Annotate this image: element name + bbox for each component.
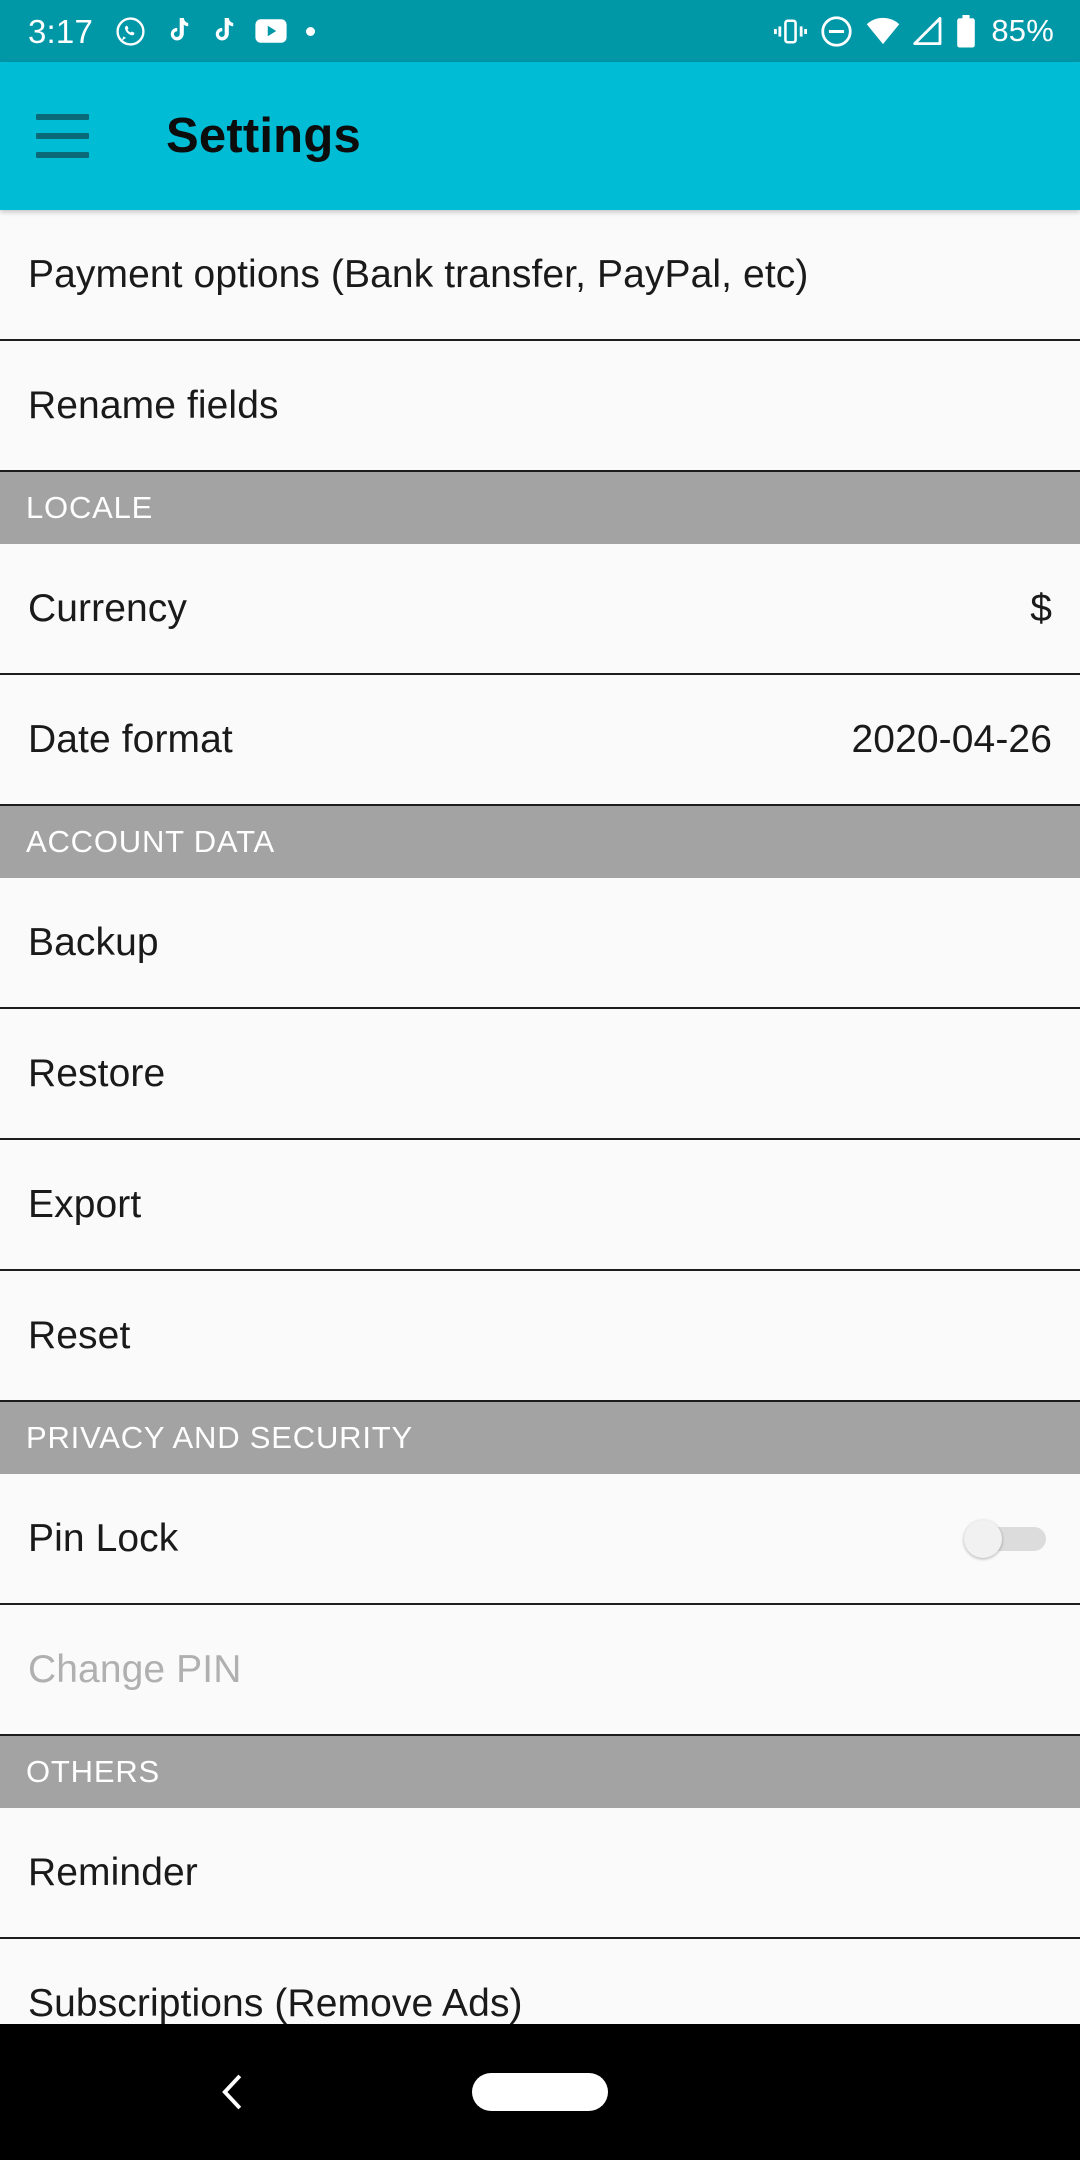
section-header: PRIVACY AND SECURITY	[0, 1402, 1080, 1474]
tiktok-icon	[209, 16, 236, 47]
settings-row[interactable]: Restore	[0, 1009, 1080, 1140]
section-header-label: OTHERS	[26, 1754, 160, 1789]
settings-row-label: Reminder	[28, 1850, 198, 1894]
home-pill-icon[interactable]	[472, 2073, 608, 2111]
settings-row[interactable]: Rename fields	[0, 341, 1080, 472]
vibrate-icon	[774, 16, 808, 47]
page-title: Settings	[166, 109, 361, 163]
settings-row-label: Date format	[28, 717, 233, 761]
settings-row[interactable]: Backup	[0, 878, 1080, 1009]
section-header: OTHERS	[0, 1736, 1080, 1808]
status-bar: 3:17 85%	[0, 0, 1080, 62]
menu-bar-1	[36, 114, 89, 120]
pin-lock-toggle[interactable]	[964, 1519, 1052, 1558]
settings-row[interactable]: Reset	[0, 1271, 1080, 1402]
settings-row-label: Backup	[28, 920, 159, 964]
settings-row-value: 2020-04-26	[851, 717, 1052, 761]
section-header-label: ACCOUNT DATA	[26, 824, 276, 859]
status-bar-right-group: 85%	[774, 13, 1054, 49]
battery-icon	[956, 14, 976, 48]
settings-row-value: $	[1030, 586, 1052, 630]
settings-row[interactable]: Pin Lock	[0, 1474, 1080, 1605]
chevron-back-icon[interactable]	[205, 2064, 261, 2120]
toggle-thumb	[964, 1519, 1002, 1558]
settings-row-label: Change PIN	[28, 1647, 242, 1691]
settings-row-label: Restore	[28, 1051, 166, 1095]
do-not-disturb-icon	[820, 15, 853, 48]
section-header-label: PRIVACY AND SECURITY	[26, 1420, 413, 1455]
wifi-icon	[866, 17, 900, 45]
status-bar-clock: 3:17	[28, 12, 94, 50]
settings-row: Change PIN	[0, 1605, 1080, 1736]
settings-row-label: Pin Lock	[28, 1516, 179, 1560]
section-header: ACCOUNT DATA	[0, 806, 1080, 878]
settings-row-label: Export	[28, 1182, 142, 1226]
settings-row[interactable]: Currency $	[0, 544, 1080, 675]
notification-dot-icon	[306, 26, 316, 36]
settings-list[interactable]: Payment options (Bank transfer, PayPal, …	[0, 210, 1080, 2024]
system-navigation-bar	[0, 2024, 1080, 2160]
app-bar: Settings	[0, 62, 1080, 210]
hamburger-menu-icon[interactable]	[36, 108, 100, 164]
cellular-signal-icon	[913, 17, 943, 45]
settings-row[interactable]: Export	[0, 1140, 1080, 1271]
settings-row-label: Rename fields	[28, 383, 279, 427]
tiktok-icon	[164, 16, 191, 47]
section-header-label: LOCALE	[26, 490, 154, 525]
settings-row[interactable]: Subscriptions (Remove Ads)	[0, 1939, 1080, 2024]
settings-row-label: Subscriptions (Remove Ads)	[28, 1981, 523, 2025]
section-header: LOCALE	[0, 472, 1080, 544]
battery-percent-label: 85%	[991, 13, 1054, 48]
status-bar-left-group: 3:17	[28, 12, 316, 50]
menu-bar-3	[36, 152, 89, 158]
settings-row-label: Reset	[28, 1313, 131, 1357]
settings-row-label: Payment options (Bank transfer, PayPal, …	[28, 252, 809, 296]
settings-row-label: Currency	[28, 586, 188, 630]
youtube-icon	[254, 18, 288, 44]
settings-row[interactable]: Payment options (Bank transfer, PayPal, …	[0, 210, 1080, 341]
whatsapp-icon	[115, 16, 146, 47]
menu-bar-2	[36, 133, 89, 139]
settings-row[interactable]: Date format 2020-04-26	[0, 675, 1080, 806]
settings-row[interactable]: Reminder	[0, 1808, 1080, 1939]
phone-screen: 3:17 85% Settings Payment options (Bank …	[0, 0, 1080, 2160]
